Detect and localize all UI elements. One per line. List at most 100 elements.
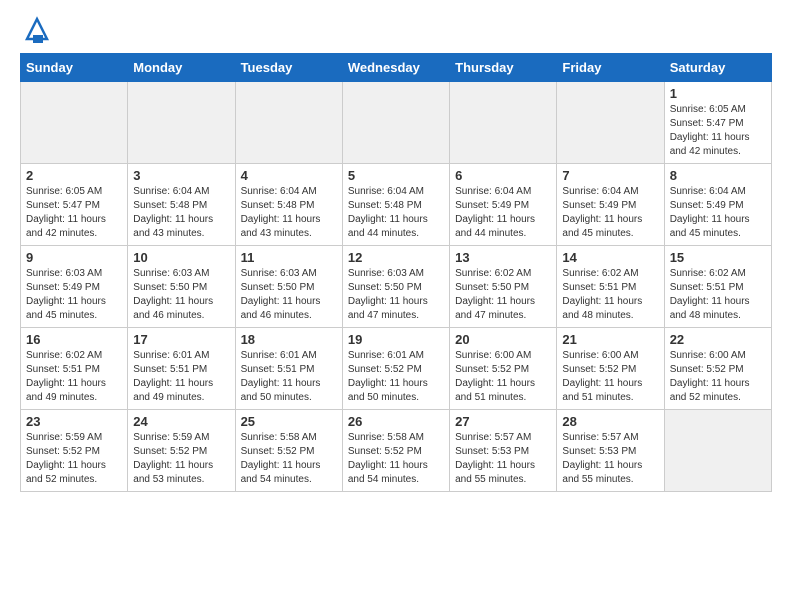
calendar-week-row: 9 Sunrise: 6:03 AM Sunset: 5:49 PM Daylig… <box>21 246 772 328</box>
calendar-cell: 17 Sunrise: 6:01 AM Sunset: 5:51 PM Dayli… <box>128 328 235 410</box>
day-number: 1 <box>670 86 766 101</box>
calendar-cell: 3 Sunrise: 6:04 AM Sunset: 5:48 PM Daylig… <box>128 164 235 246</box>
day-info: Sunrise: 6:01 AM Sunset: 5:51 PM Dayligh… <box>241 349 337 405</box>
calendar-header-friday: Friday <box>557 54 664 82</box>
day-info: Sunrise: 6:03 AM Sunset: 5:50 PM Dayligh… <box>348 267 444 323</box>
calendar-cell: 18 Sunrise: 6:01 AM Sunset: 5:51 PM Dayli… <box>235 328 342 410</box>
day-info: Sunrise: 6:04 AM Sunset: 5:49 PM Dayligh… <box>562 185 658 241</box>
day-number: 22 <box>670 332 766 347</box>
calendar-cell <box>664 410 771 492</box>
calendar-header-sunday: Sunday <box>21 54 128 82</box>
calendar-header-monday: Monday <box>128 54 235 82</box>
day-number: 7 <box>562 168 658 183</box>
calendar-cell: 9 Sunrise: 6:03 AM Sunset: 5:49 PM Daylig… <box>21 246 128 328</box>
day-number: 17 <box>133 332 229 347</box>
logo-icon <box>23 15 51 43</box>
calendar-header-row: SundayMondayTuesdayWednesdayThursdayFrid… <box>21 54 772 82</box>
day-info: Sunrise: 6:03 AM Sunset: 5:49 PM Dayligh… <box>26 267 122 323</box>
day-info: Sunrise: 5:58 AM Sunset: 5:52 PM Dayligh… <box>241 431 337 487</box>
calendar-cell <box>128 82 235 164</box>
calendar-cell: 21 Sunrise: 6:00 AM Sunset: 5:52 PM Dayli… <box>557 328 664 410</box>
calendar-cell: 10Sunrise: 6:03 AM Sunset: 5:50 PM Dayli… <box>128 246 235 328</box>
day-info: Sunrise: 6:05 AM Sunset: 5:47 PM Dayligh… <box>670 103 766 159</box>
day-number: 21 <box>562 332 658 347</box>
calendar-cell: 23Sunrise: 5:59 AM Sunset: 5:52 PM Dayli… <box>21 410 128 492</box>
day-info: Sunrise: 5:59 AM Sunset: 5:52 PM Dayligh… <box>133 431 229 487</box>
calendar-cell: 25 Sunrise: 5:58 AM Sunset: 5:52 PM Dayli… <box>235 410 342 492</box>
day-number: 14 <box>562 250 658 265</box>
calendar-cell: 26 Sunrise: 5:58 AM Sunset: 5:52 PM Dayli… <box>342 410 449 492</box>
calendar-cell: 20 Sunrise: 6:00 AM Sunset: 5:52 PM Dayli… <box>450 328 557 410</box>
day-number: 13 <box>455 250 551 265</box>
day-info: Sunrise: 6:04 AM Sunset: 5:48 PM Dayligh… <box>348 185 444 241</box>
logo <box>20 15 51 43</box>
day-number: 15 <box>670 250 766 265</box>
day-info: Sunrise: 5:58 AM Sunset: 5:52 PM Dayligh… <box>348 431 444 487</box>
day-info: Sunrise: 6:00 AM Sunset: 5:52 PM Dayligh… <box>562 349 658 405</box>
day-info: Sunrise: 6:00 AM Sunset: 5:52 PM Dayligh… <box>670 349 766 405</box>
day-number: 25 <box>241 414 337 429</box>
calendar-week-row: 2Sunrise: 6:05 AM Sunset: 5:47 PM Daylig… <box>21 164 772 246</box>
calendar-cell: 6 Sunrise: 6:04 AM Sunset: 5:49 PM Daylig… <box>450 164 557 246</box>
calendar-cell: 7 Sunrise: 6:04 AM Sunset: 5:49 PM Daylig… <box>557 164 664 246</box>
calendar-cell: 2Sunrise: 6:05 AM Sunset: 5:47 PM Daylig… <box>21 164 128 246</box>
day-info: Sunrise: 6:01 AM Sunset: 5:51 PM Dayligh… <box>133 349 229 405</box>
day-info: Sunrise: 6:03 AM Sunset: 5:50 PM Dayligh… <box>133 267 229 323</box>
calendar-cell <box>342 82 449 164</box>
day-number: 3 <box>133 168 229 183</box>
day-number: 28 <box>562 414 658 429</box>
calendar-cell: 12 Sunrise: 6:03 AM Sunset: 5:50 PM Dayli… <box>342 246 449 328</box>
calendar-cell: 24 Sunrise: 5:59 AM Sunset: 5:52 PM Dayli… <box>128 410 235 492</box>
calendar-header-saturday: Saturday <box>664 54 771 82</box>
day-number: 5 <box>348 168 444 183</box>
calendar-cell: 8Sunrise: 6:04 AM Sunset: 5:49 PM Daylig… <box>664 164 771 246</box>
day-info: Sunrise: 6:01 AM Sunset: 5:52 PM Dayligh… <box>348 349 444 405</box>
calendar-cell: 4 Sunrise: 6:04 AM Sunset: 5:48 PM Daylig… <box>235 164 342 246</box>
calendar-header-tuesday: Tuesday <box>235 54 342 82</box>
calendar-cell: 13Sunrise: 6:02 AM Sunset: 5:50 PM Dayli… <box>450 246 557 328</box>
day-info: Sunrise: 6:04 AM Sunset: 5:48 PM Dayligh… <box>241 185 337 241</box>
day-info: Sunrise: 6:05 AM Sunset: 5:47 PM Dayligh… <box>26 185 122 241</box>
day-number: 11 <box>241 250 337 265</box>
calendar-cell: 19Sunrise: 6:01 AM Sunset: 5:52 PM Dayli… <box>342 328 449 410</box>
calendar-cell: 16 Sunrise: 6:02 AM Sunset: 5:51 PM Dayli… <box>21 328 128 410</box>
calendar-cell <box>21 82 128 164</box>
day-number: 9 <box>26 250 122 265</box>
calendar-week-row: 23Sunrise: 5:59 AM Sunset: 5:52 PM Dayli… <box>21 410 772 492</box>
calendar-cell <box>557 82 664 164</box>
day-info: Sunrise: 6:00 AM Sunset: 5:52 PM Dayligh… <box>455 349 551 405</box>
day-number: 24 <box>133 414 229 429</box>
calendar-header-thursday: Thursday <box>450 54 557 82</box>
day-number: 27 <box>455 414 551 429</box>
day-info: Sunrise: 5:59 AM Sunset: 5:52 PM Dayligh… <box>26 431 122 487</box>
day-info: Sunrise: 5:57 AM Sunset: 5:53 PM Dayligh… <box>455 431 551 487</box>
day-number: 4 <box>241 168 337 183</box>
day-number: 6 <box>455 168 551 183</box>
day-number: 18 <box>241 332 337 347</box>
calendar-cell: 15 Sunrise: 6:02 AM Sunset: 5:51 PM Dayli… <box>664 246 771 328</box>
calendar-cell: 28 Sunrise: 5:57 AM Sunset: 5:53 PM Dayli… <box>557 410 664 492</box>
calendar-cell: 5 Sunrise: 6:04 AM Sunset: 5:48 PM Daylig… <box>342 164 449 246</box>
calendar-week-row: 1 Sunrise: 6:05 AM Sunset: 5:47 PM Daylig… <box>21 82 772 164</box>
day-info: Sunrise: 6:02 AM Sunset: 5:51 PM Dayligh… <box>26 349 122 405</box>
day-info: Sunrise: 6:02 AM Sunset: 5:51 PM Dayligh… <box>562 267 658 323</box>
calendar-cell <box>450 82 557 164</box>
calendar-cell <box>235 82 342 164</box>
calendar-cell: 1 Sunrise: 6:05 AM Sunset: 5:47 PM Daylig… <box>664 82 771 164</box>
day-number: 26 <box>348 414 444 429</box>
header <box>20 15 772 43</box>
calendar-cell: 27 Sunrise: 5:57 AM Sunset: 5:53 PM Dayli… <box>450 410 557 492</box>
calendar-header-wednesday: Wednesday <box>342 54 449 82</box>
day-info: Sunrise: 6:04 AM Sunset: 5:49 PM Dayligh… <box>455 185 551 241</box>
day-number: 12 <box>348 250 444 265</box>
calendar-cell: 22 Sunrise: 6:00 AM Sunset: 5:52 PM Dayli… <box>664 328 771 410</box>
day-info: Sunrise: 5:57 AM Sunset: 5:53 PM Dayligh… <box>562 431 658 487</box>
day-number: 20 <box>455 332 551 347</box>
calendar-cell: 11Sunrise: 6:03 AM Sunset: 5:50 PM Dayli… <box>235 246 342 328</box>
day-info: Sunrise: 6:04 AM Sunset: 5:48 PM Dayligh… <box>133 185 229 241</box>
calendar-cell: 14 Sunrise: 6:02 AM Sunset: 5:51 PM Dayli… <box>557 246 664 328</box>
day-info: Sunrise: 6:02 AM Sunset: 5:51 PM Dayligh… <box>670 267 766 323</box>
day-number: 8 <box>670 168 766 183</box>
day-number: 16 <box>26 332 122 347</box>
calendar-page: SundayMondayTuesdayWednesdayThursdayFrid… <box>0 0 792 612</box>
